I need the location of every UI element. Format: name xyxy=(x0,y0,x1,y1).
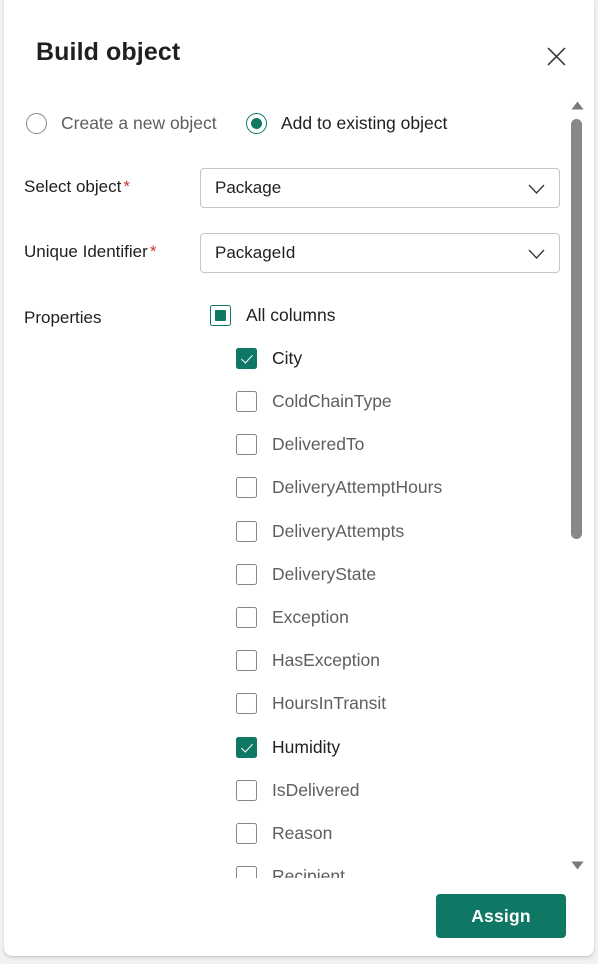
dialog-header: Build object xyxy=(4,0,594,90)
field-unique-identifier: Unique Identifier* PackageId xyxy=(4,233,564,273)
object-mode-radio-group: Create a new object Add to existing obje… xyxy=(4,108,564,142)
assign-button[interactable]: Assign xyxy=(436,894,566,938)
checkbox-row-deliveredto[interactable]: DeliveredTo xyxy=(236,430,364,460)
required-asterisk: * xyxy=(123,177,130,196)
checkbox-unchecked-icon xyxy=(236,693,257,714)
checkbox-checked-icon xyxy=(236,737,257,758)
unique-identifier-dropdown[interactable]: PackageId xyxy=(200,233,560,273)
close-icon[interactable] xyxy=(540,40,572,72)
unique-identifier-value: PackageId xyxy=(215,243,295,263)
radio-add-to-existing-object-label: Add to existing object xyxy=(281,113,447,134)
checkbox-label-isdelivered: IsDelivered xyxy=(272,780,360,801)
dialog-footer: Assign xyxy=(4,878,594,956)
vertical-scrollbar[interactable] xyxy=(568,88,586,888)
checkbox-row-exception[interactable]: Exception xyxy=(236,602,349,632)
checkbox-unchecked-icon xyxy=(236,650,257,671)
checkbox-label-city: City xyxy=(272,348,302,369)
checkbox-row-deliverystate[interactable]: DeliveryState xyxy=(236,559,376,589)
checkbox-row-deliveryattempthours[interactable]: DeliveryAttemptHours xyxy=(236,473,442,503)
checkbox-label-humidity: Humidity xyxy=(272,737,340,758)
checkbox-row-coldchaintype[interactable]: ColdChainType xyxy=(236,386,392,416)
checkbox-unchecked-icon xyxy=(236,780,257,801)
select-object-label: Select object* xyxy=(24,177,130,197)
checkbox-label-all-columns: All columns xyxy=(246,305,335,326)
unique-identifier-label-text: Unique Identifier xyxy=(24,242,148,261)
checkbox-indeterminate-icon xyxy=(210,305,231,326)
checkbox-label-deliveredto: DeliveredTo xyxy=(272,434,364,455)
checkbox-row-reason[interactable]: Reason xyxy=(236,818,332,848)
scrollbar-thumb[interactable] xyxy=(571,119,582,539)
checkbox-unchecked-icon xyxy=(236,391,257,412)
checkbox-label-coldchaintype: ColdChainType xyxy=(272,391,392,412)
radio-selected-icon xyxy=(246,113,267,134)
checkbox-label-hoursintransit: HoursInTransit xyxy=(272,693,386,714)
checkbox-row-deliveryattempts[interactable]: DeliveryAttempts xyxy=(236,516,404,546)
radio-unselected-icon xyxy=(26,113,47,134)
checkbox-label-deliveryattempts: DeliveryAttempts xyxy=(272,521,404,542)
checkbox-checked-icon xyxy=(236,348,257,369)
dialog-body: Create a new object Add to existing obje… xyxy=(4,90,594,890)
checkbox-row-hasexception[interactable]: HasException xyxy=(236,646,380,676)
checkbox-row-humidity[interactable]: Humidity xyxy=(236,732,340,762)
unique-identifier-label: Unique Identifier* xyxy=(24,242,156,262)
checkbox-row-city[interactable]: City xyxy=(236,343,302,373)
required-asterisk: * xyxy=(150,242,157,261)
checkbox-unchecked-icon xyxy=(236,564,257,585)
checkbox-label-hasexception: HasException xyxy=(272,650,380,671)
page-title: Build object xyxy=(36,38,180,67)
checkbox-unchecked-icon xyxy=(236,521,257,542)
radio-add-to-existing-object[interactable]: Add to existing object xyxy=(246,108,447,138)
radio-create-new-object-label: Create a new object xyxy=(61,113,217,134)
checkbox-label-deliveryattempthours: DeliveryAttemptHours xyxy=(272,477,442,498)
checkbox-label-exception: Exception xyxy=(272,607,349,628)
checkbox-unchecked-icon xyxy=(236,607,257,628)
select-object-dropdown[interactable]: Package xyxy=(200,168,560,208)
select-object-value: Package xyxy=(215,178,281,198)
chevron-down-icon xyxy=(528,247,545,265)
chevron-down-icon xyxy=(528,182,545,200)
checkbox-unchecked-icon xyxy=(236,823,257,844)
radio-create-new-object[interactable]: Create a new object xyxy=(26,108,217,138)
scroll-down-arrow-icon[interactable] xyxy=(568,856,586,874)
build-object-dialog: Build object Create a new object Add to … xyxy=(4,0,594,956)
checkbox-row-all-columns[interactable]: All columns xyxy=(210,300,335,330)
checkbox-row-hoursintransit[interactable]: HoursInTransit xyxy=(236,689,386,719)
checkbox-label-reason: Reason xyxy=(272,823,332,844)
properties-checkbox-list: All columns City ColdChainType DeliveredTo D… xyxy=(4,300,564,890)
checkbox-unchecked-icon xyxy=(236,477,257,498)
field-select-object: Select object* Package xyxy=(4,168,564,208)
scroll-up-arrow-icon[interactable] xyxy=(568,96,586,114)
checkbox-label-deliverystate: DeliveryState xyxy=(272,564,376,585)
checkbox-row-isdelivered[interactable]: IsDelivered xyxy=(236,775,360,805)
select-object-label-text: Select object xyxy=(24,177,121,196)
checkbox-unchecked-icon xyxy=(236,434,257,455)
